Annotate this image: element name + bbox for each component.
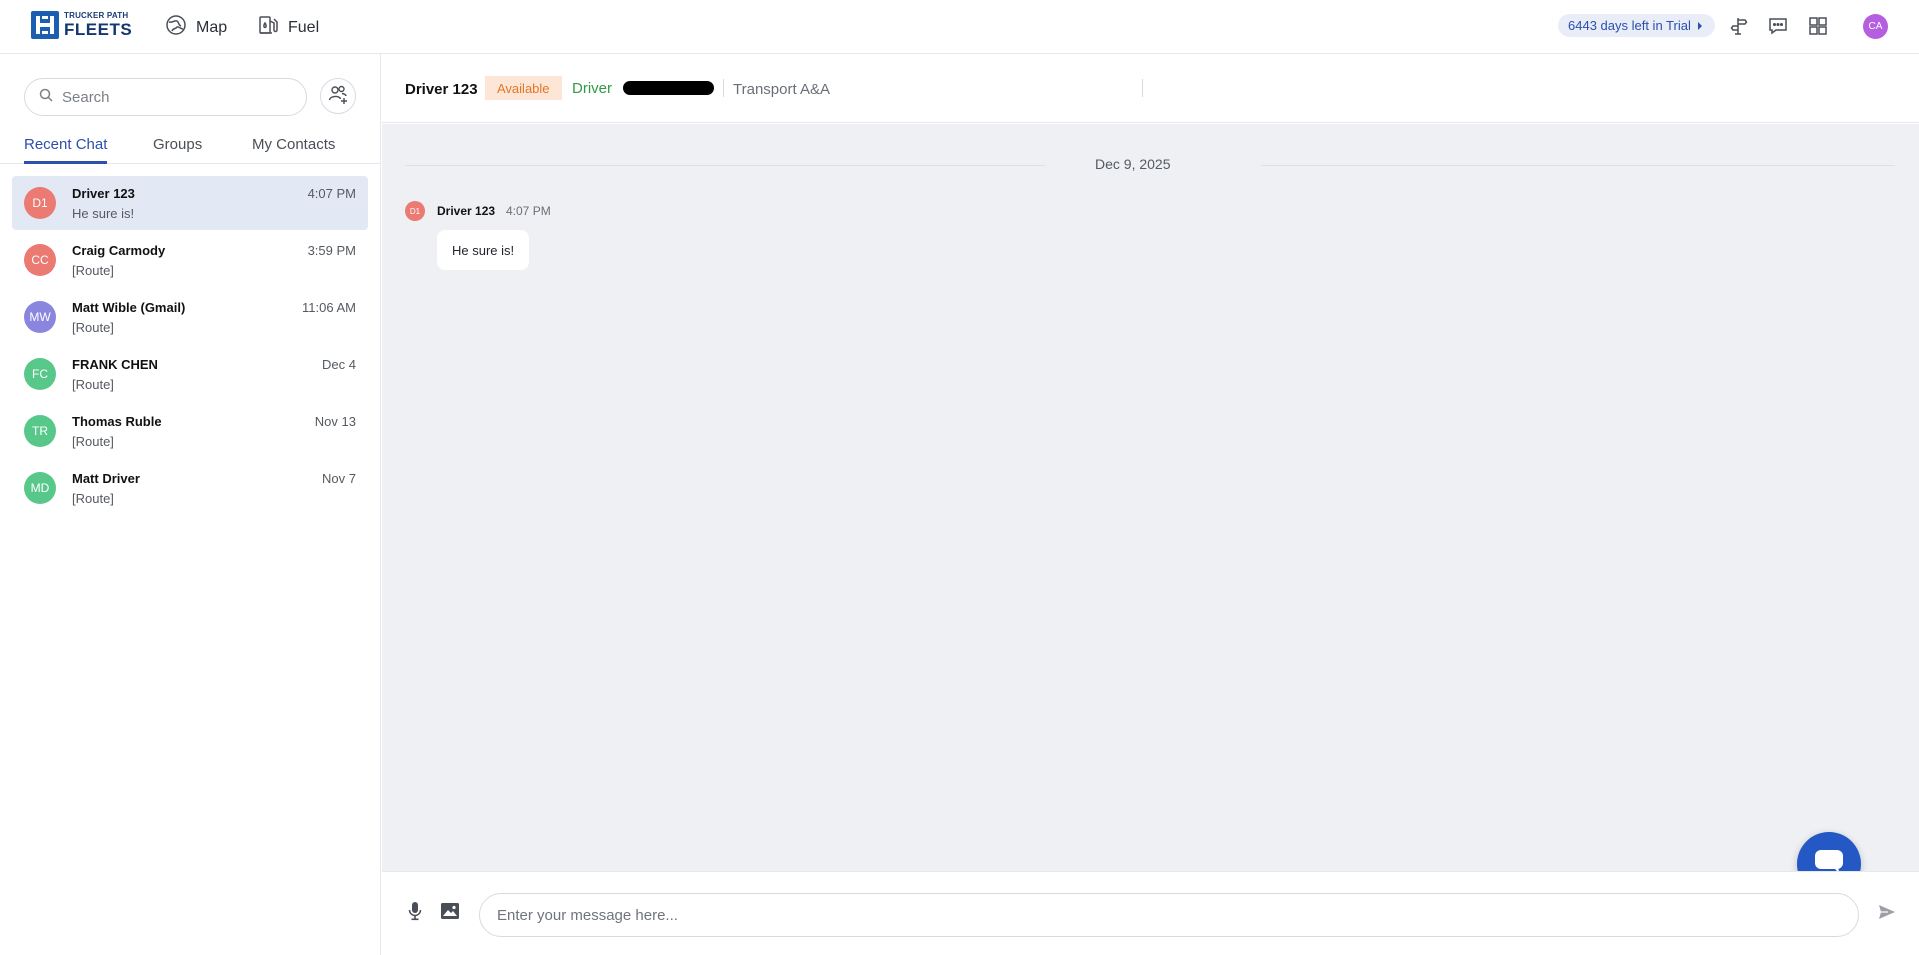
chat-preview: [Route] xyxy=(72,263,114,278)
chat-name: Thomas Ruble xyxy=(72,414,162,429)
chat-list-item[interactable]: MD Matt Driver [Route] Nov 7 xyxy=(12,461,368,515)
chat-list: D1 Driver 123 He sure is! 4:07 PM CC Cra… xyxy=(12,176,368,518)
tab-groups[interactable]: Groups xyxy=(153,136,202,164)
chat-name: Matt Driver xyxy=(72,471,140,486)
fuel-icon xyxy=(257,14,279,41)
microphone-icon xyxy=(408,901,422,926)
message-avatar: D1 xyxy=(405,201,425,221)
send-icon xyxy=(1878,904,1896,925)
search-icon xyxy=(39,88,53,107)
message-time: 4:07 PM xyxy=(506,204,551,218)
search-input[interactable] xyxy=(62,88,292,106)
divider-line xyxy=(405,165,1045,166)
avatar: MD xyxy=(24,472,56,504)
tab-recent-chat[interactable]: Recent Chat xyxy=(24,136,108,164)
user-avatar[interactable]: CA xyxy=(1863,14,1888,39)
chat-sidebar: Recent Chat Groups My Contacts D1 Driver… xyxy=(0,54,381,955)
message-input[interactable] xyxy=(497,906,1837,924)
chat-time: Dec 4 xyxy=(322,357,356,372)
message-sender: Driver 123 xyxy=(437,204,496,218)
status-badge: Available xyxy=(485,76,562,100)
voice-message-button[interactable] xyxy=(405,901,425,926)
avatar: CC xyxy=(24,244,56,276)
date-label: Dec 9, 2025 xyxy=(1095,156,1171,172)
chat-time: Nov 13 xyxy=(314,414,356,429)
chat-name: Matt Wible (Gmail) xyxy=(72,300,186,315)
chat-preview: [Route] xyxy=(72,491,114,506)
header-divider xyxy=(723,79,724,97)
attach-image-button[interactable] xyxy=(439,902,461,924)
trial-badge[interactable]: 6443 days left in Trial xyxy=(1558,14,1715,37)
chat-time: 3:59 PM xyxy=(307,243,356,258)
tab-my-contacts[interactable]: My Contacts xyxy=(252,136,335,164)
chat-list-item[interactable]: FC FRANK CHEN [Route] Dec 4 xyxy=(12,347,368,401)
chat-time: 11:06 AM xyxy=(302,300,356,315)
trial-label: 6443 days left in Trial xyxy=(1568,18,1691,33)
avatar: TR xyxy=(24,415,56,447)
nav-fuel[interactable]: Fuel xyxy=(257,14,319,41)
chat-list-item[interactable]: TR Thomas Ruble [Route] Nov 13 xyxy=(12,404,368,458)
chat-header: Driver 123 Available Driver Transport A&… xyxy=(382,54,1919,123)
chat-list-item[interactable]: MW Matt Wible (Gmail) [Route] 11:06 AM xyxy=(12,290,368,344)
apps-grid-icon[interactable] xyxy=(1805,13,1831,39)
chat-preview: [Route] xyxy=(72,320,114,335)
message-composer xyxy=(382,871,1919,955)
send-button[interactable] xyxy=(1876,903,1898,925)
avatar: FC xyxy=(24,358,56,390)
fleets-logo-icon xyxy=(31,11,59,39)
header-divider xyxy=(1142,79,1143,97)
redacted-info xyxy=(623,81,714,95)
logo-wordmark: FLEETS xyxy=(64,20,133,39)
add-group-button[interactable] xyxy=(320,78,356,114)
chat-name: Craig Carmody xyxy=(72,243,166,258)
chat-tabs: Recent Chat Groups My Contacts xyxy=(0,130,381,164)
contact-role: Driver xyxy=(572,80,612,97)
add-group-icon xyxy=(327,83,349,110)
logo-tagline: TRUCKER PATH xyxy=(64,11,129,20)
chat-preview: [Route] xyxy=(72,434,114,449)
search-box[interactable] xyxy=(24,78,307,116)
nav-fuel-label: Fuel xyxy=(288,18,320,36)
chat-preview: He sure is! xyxy=(72,206,135,221)
top-navigation-bar: TRUCKER PATH FLEETS Map Fuel 6443 days l… xyxy=(0,0,1919,54)
image-icon xyxy=(440,902,460,925)
message-area[interactable]: Dec 9, 2025 D1 Driver 123 4:07 PM He sur… xyxy=(382,124,1919,871)
app-logo[interactable]: TRUCKER PATH FLEETS xyxy=(31,11,132,39)
avatar: MW xyxy=(24,301,56,333)
signpost-icon[interactable] xyxy=(1726,13,1752,39)
message-bubble: He sure is! xyxy=(437,230,530,270)
chat-preview: [Route] xyxy=(72,377,114,392)
avatar: D1 xyxy=(24,187,56,219)
chat-name: FRANK CHEN xyxy=(72,357,158,372)
date-divider: Dec 9, 2025 xyxy=(405,156,1895,176)
map-icon xyxy=(165,14,187,41)
chat-list-item[interactable]: D1 Driver 123 He sure is! 4:07 PM xyxy=(12,176,368,230)
chat-icon[interactable] xyxy=(1765,13,1791,39)
caret-right-icon xyxy=(1697,18,1703,33)
chat-time: 4:07 PM xyxy=(307,186,356,201)
nav-map[interactable]: Map xyxy=(165,14,227,41)
chat-time: Nov 7 xyxy=(322,471,356,486)
contact-company: Transport A&A xyxy=(733,81,830,98)
nav-map-label: Map xyxy=(196,18,228,36)
divider-line xyxy=(1261,165,1895,166)
chat-list-item[interactable]: CC Craig Carmody [Route] 3:59 PM xyxy=(12,233,368,287)
chat-name: Driver 123 xyxy=(72,186,135,201)
contact-name: Driver 123 xyxy=(405,81,478,98)
message-input-wrapper xyxy=(479,893,1859,937)
